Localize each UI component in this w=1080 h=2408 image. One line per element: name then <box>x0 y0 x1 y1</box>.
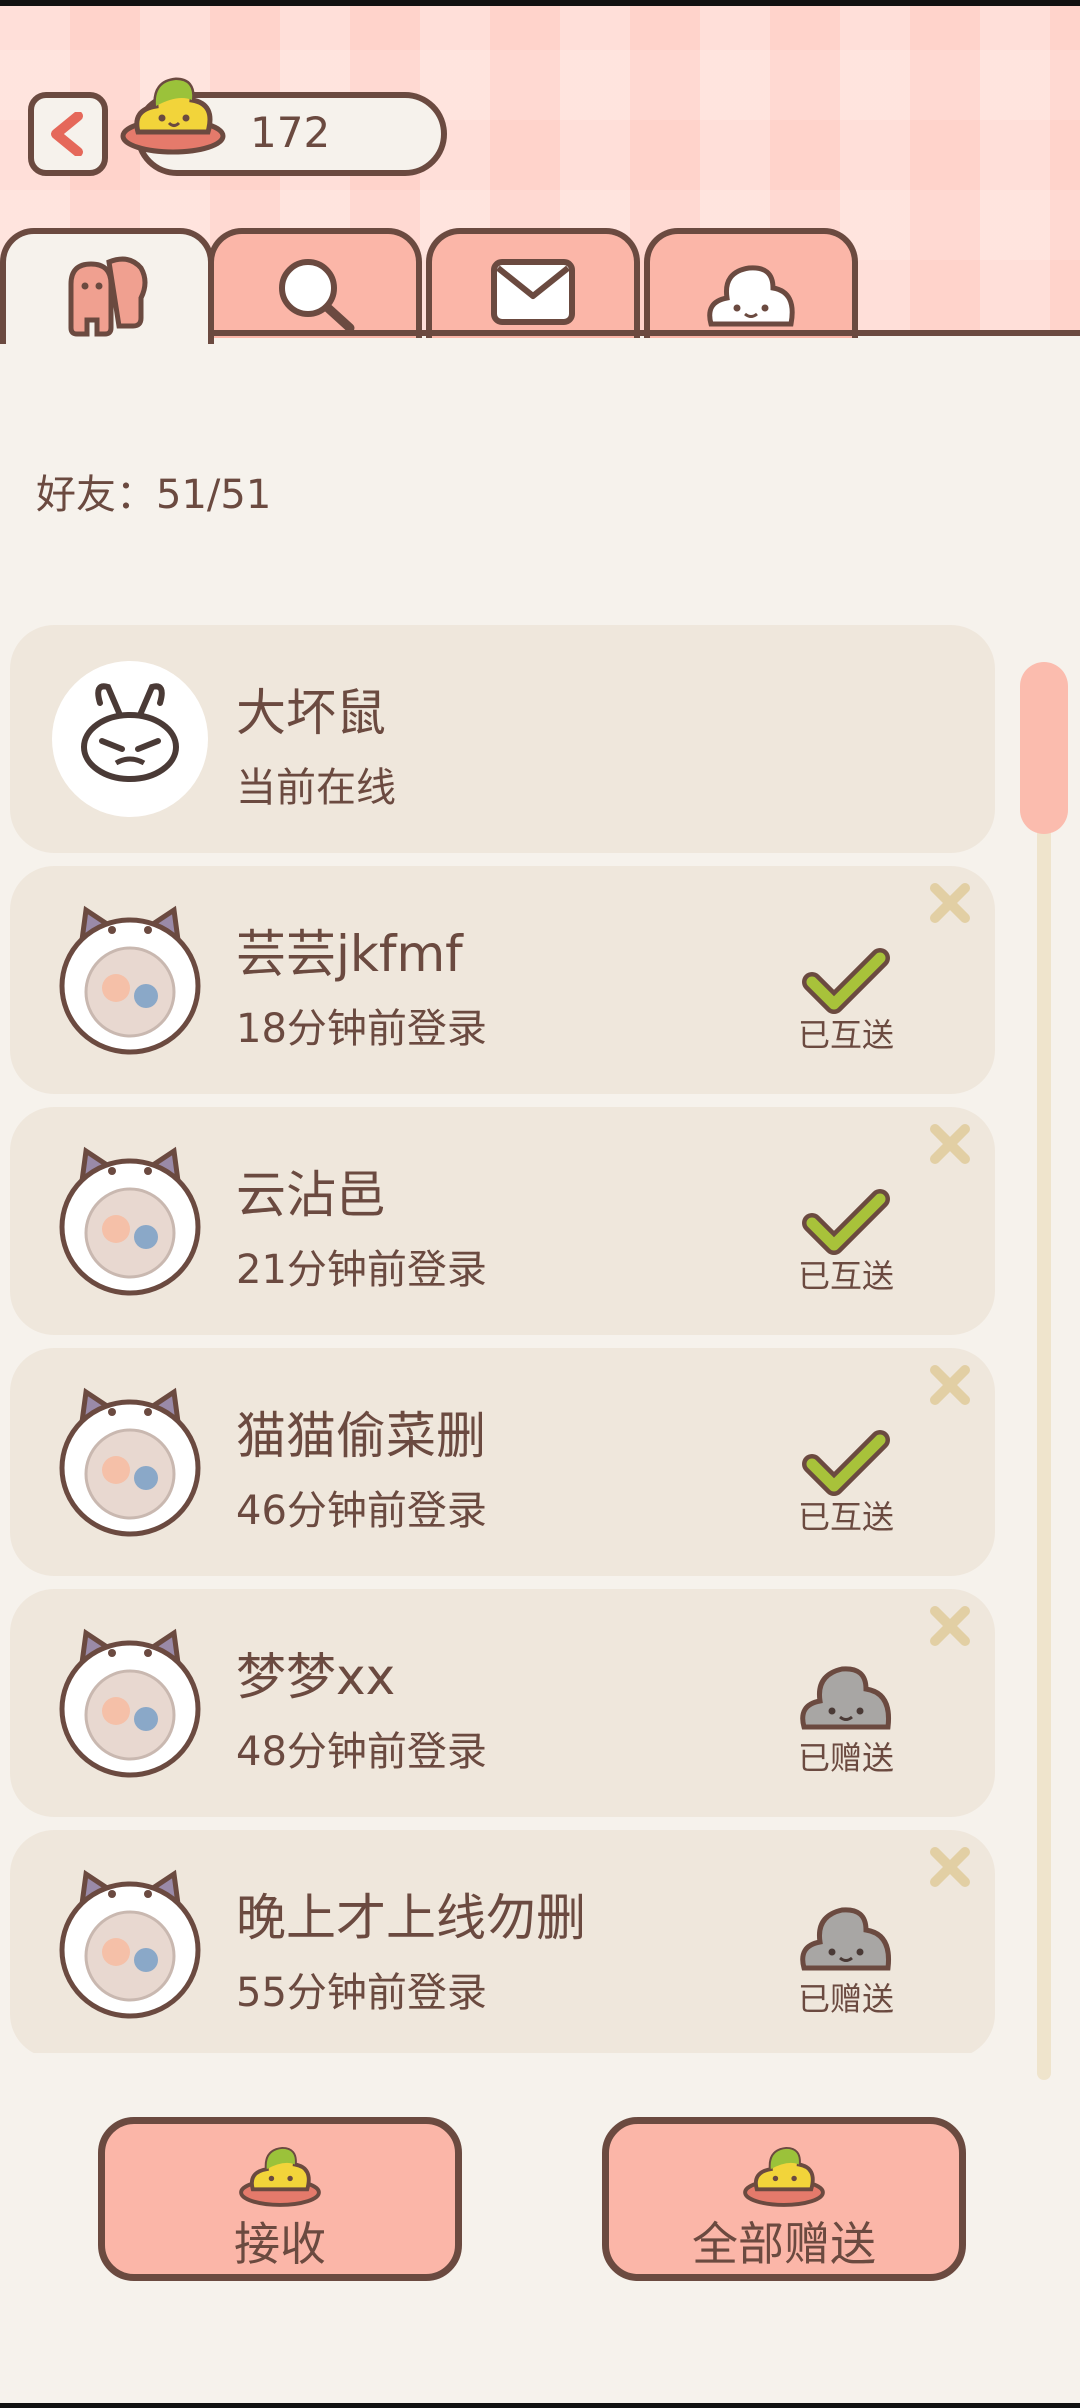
coin-value: 172 <box>250 108 331 157</box>
poop-coin-icon <box>120 77 226 155</box>
friend-status: 46分钟前登录 <box>236 1488 487 1534</box>
friend-list[interactable]: 大坏鼠 当前在线 芸芸jkfmf 18分钟前登录 已互送 云沾邑 21分钟前登录 已互送 猫猫偷… <box>10 625 995 2053</box>
navigation-bar <box>0 2403 1080 2408</box>
avatar[interactable] <box>50 659 210 819</box>
receive-button[interactable]: 接收 <box>98 2117 462 2281</box>
avatar[interactable] <box>50 1141 210 1301</box>
friend-status: 48分钟前登录 <box>236 1729 487 1775</box>
friend-row[interactable]: 猫猫偷菜删 46分钟前登录 已互送 <box>10 1348 995 1576</box>
back-button[interactable] <box>28 92 108 176</box>
friend-count: 好友：51/51 <box>36 472 272 518</box>
tab-poop[interactable] <box>644 228 858 338</box>
friend-name: 梦梦xx <box>236 1648 396 1706</box>
avatar[interactable] <box>50 1864 210 2024</box>
friend-name: 晚上才上线勿删 <box>236 1889 586 1947</box>
friend-name: 猫猫偷菜删 <box>236 1407 486 1465</box>
friend-row[interactable]: 晚上才上线勿删 55分钟前登录 已赠送 <box>10 1830 995 2053</box>
avatar[interactable] <box>50 1382 210 1542</box>
scrollbar-track[interactable] <box>1037 670 1051 2080</box>
friend-row[interactable]: 大坏鼠 当前在线 <box>10 625 995 853</box>
tab-search[interactable] <box>208 228 422 338</box>
friend-row[interactable]: 芸芸jkfmf 18分钟前登录 已互送 <box>10 866 995 1094</box>
receive-button-label: 接收 <box>234 2217 326 2271</box>
friend-status: 当前在线 <box>236 765 396 811</box>
gift-status-label: 已互送 <box>797 1257 894 1295</box>
gray-poop-icon <box>796 1894 896 1974</box>
avatar[interactable] <box>50 900 210 1060</box>
friend-row[interactable]: 云沾邑 21分钟前登录 已互送 <box>10 1107 995 1335</box>
friend-row[interactable]: 梦梦xx 48分钟前登录 已赠送 <box>10 1589 995 1817</box>
poop-coin-icon <box>743 2146 825 2207</box>
remove-friend-icon[interactable] <box>925 1119 975 1169</box>
friends-icon <box>68 256 148 337</box>
tab-friends[interactable] <box>0 228 214 344</box>
remove-friend-icon[interactable] <box>925 1360 975 1410</box>
avatar[interactable] <box>50 1623 210 1783</box>
friend-status: 18分钟前登录 <box>236 1006 487 1052</box>
poop-icon <box>707 265 795 327</box>
friend-name: 大坏鼠 <box>236 684 386 742</box>
status-bar <box>0 0 1080 6</box>
friends-screen: 172 好友：51/51 大坏鼠 当前在线 芸芸jkfmf 18分钟前登录 已互送 云沾邑… <box>0 0 1080 2408</box>
friend-status: 55分钟前登录 <box>236 1970 487 2016</box>
friend-status: 21分钟前登录 <box>236 1247 487 1293</box>
search-icon <box>279 259 355 333</box>
send-all-button[interactable]: 全部赠送 <box>602 2117 966 2281</box>
tab-mail[interactable] <box>426 228 640 338</box>
gift-status-label: 已赠送 <box>797 1980 894 2018</box>
gift-status-label: 已互送 <box>797 1498 894 1536</box>
gift-status-label: 已互送 <box>797 1016 894 1054</box>
chevron-left-icon <box>51 112 83 156</box>
friend-name: 芸芸jkfmf <box>236 925 463 983</box>
remove-friend-icon[interactable] <box>925 1842 975 1892</box>
poop-coin-icon <box>239 2146 321 2207</box>
friend-name: 云沾邑 <box>236 1166 386 1224</box>
gray-poop-icon <box>796 1653 896 1733</box>
mail-icon <box>491 259 575 325</box>
tab-divider <box>200 330 1080 336</box>
gift-status-label: 已赠送 <box>797 1739 894 1777</box>
send-all-button-label: 全部赠送 <box>692 2217 876 2271</box>
scrollbar-thumb[interactable] <box>1020 662 1068 834</box>
remove-friend-icon[interactable] <box>925 878 975 928</box>
remove-friend-icon[interactable] <box>925 1601 975 1651</box>
